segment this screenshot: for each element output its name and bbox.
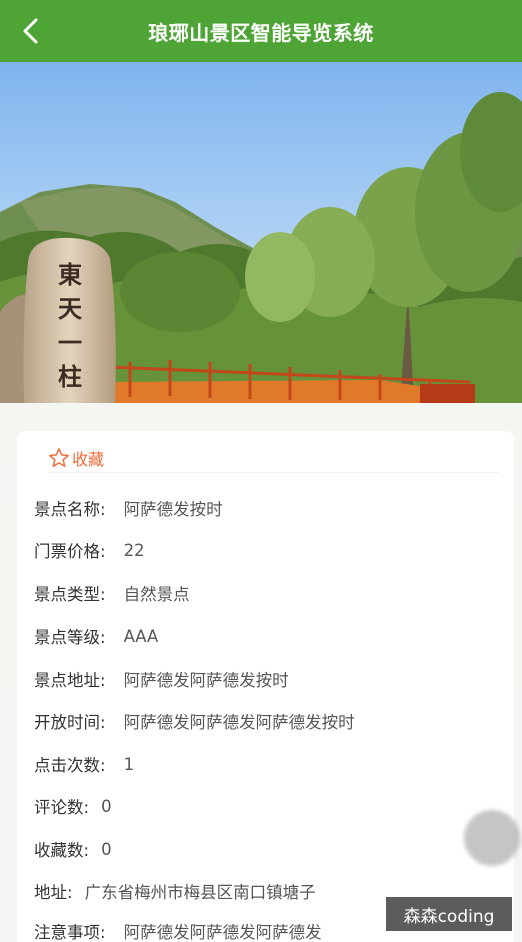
header-bar: 琅琊山景区智能导览系统 xyxy=(0,0,522,62)
back-button[interactable] xyxy=(14,14,48,48)
detail-row-click-count: 点击次数: 1 xyxy=(34,754,135,776)
detail-row-level: 景点等级: AAA xyxy=(34,626,159,648)
detail-row-price: 门票价格: 22 xyxy=(34,540,145,562)
favorite-button[interactable]: 收藏 xyxy=(48,443,500,473)
stone-inscription: 東 天 一 柱 xyxy=(58,260,82,391)
favorite-label: 收藏 xyxy=(72,449,105,469)
detail-row-name: 景点名称: 阿萨德发按时 xyxy=(34,500,223,519)
detail-row-favorite-count: 收藏数: 0 xyxy=(34,839,112,861)
detail-row-site-address: 景点地址: 阿萨德发阿萨德发按时 xyxy=(34,671,289,690)
detail-row-comment-count: 评论数: 0 xyxy=(34,796,112,818)
attraction-detail-card: 收藏 景点名称: 阿萨德发按时 门票价格: 22 景点类型: 自然景点 景点等级… xyxy=(17,431,514,942)
star-outline-icon xyxy=(49,447,69,467)
detail-row-address: 地址: 广东省梅州市梅县区南口镇塘子 xyxy=(34,883,316,902)
scenic-photo: 東 天 一 柱 xyxy=(0,62,522,403)
detail-row-notes: 注意事项: 阿萨德发阿萨德发阿萨德发 xyxy=(34,923,322,942)
floating-action-button[interactable] xyxy=(464,810,520,866)
watermark: 森森coding xyxy=(386,897,512,931)
detail-row-type: 景点类型: 自然景点 xyxy=(34,585,190,604)
page-title: 琅琊山景区智能导览系统 xyxy=(148,20,374,45)
detail-row-opening-hours: 开放时间: 阿萨德发阿萨德发阿萨德发按时 xyxy=(34,713,355,732)
chevron-left-icon xyxy=(23,18,38,44)
